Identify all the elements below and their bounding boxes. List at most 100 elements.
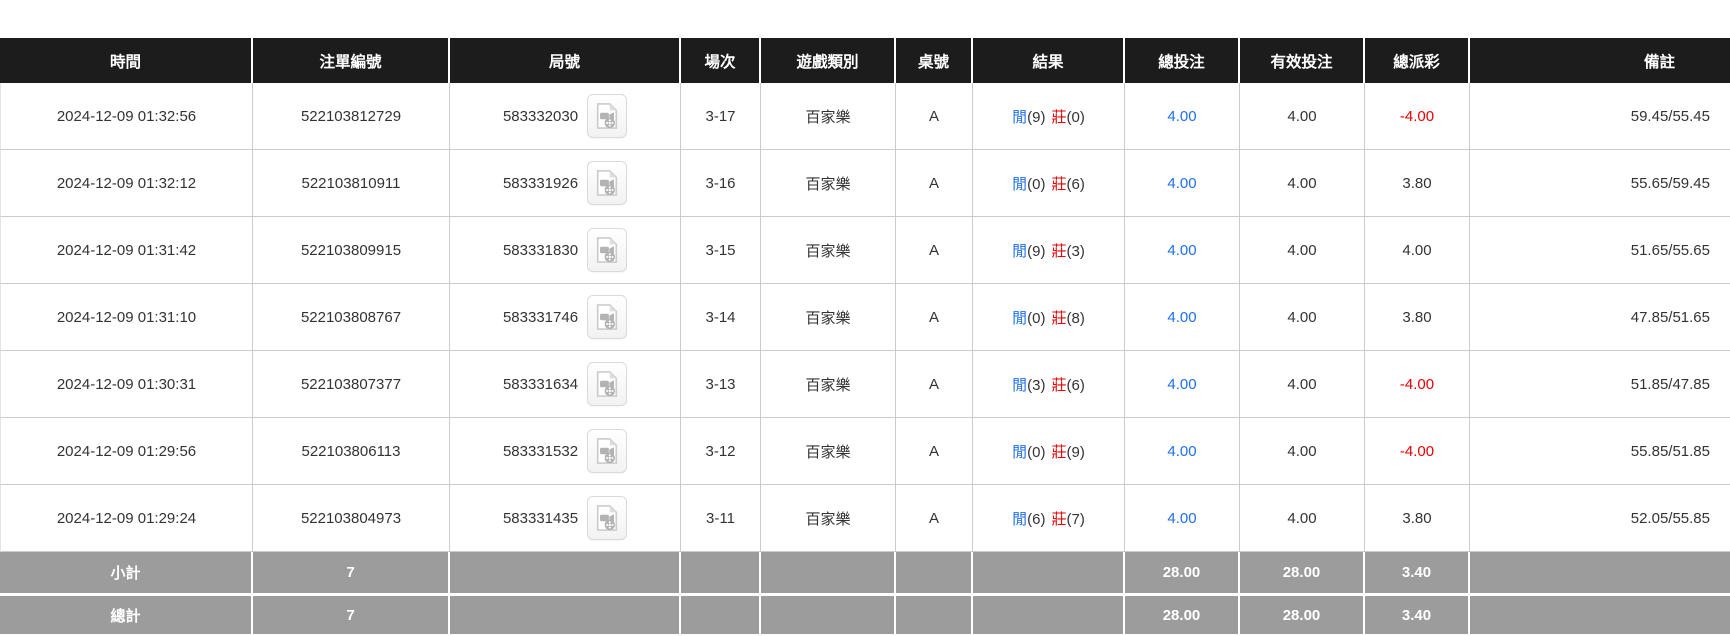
subtotal-empty-cell xyxy=(681,552,761,593)
banker-label: 莊 xyxy=(1051,175,1067,193)
table-body: 2024-12-09 01:32:56 522103812729 5833320… xyxy=(0,83,1730,552)
cell-bet-id: 522103812729 xyxy=(253,83,450,150)
cell-game-type: 百家樂 xyxy=(761,150,896,217)
subtotal-valid-bet: 28.00 xyxy=(1240,552,1365,593)
video-camera-icon xyxy=(596,371,618,397)
cell-time: 2024-12-09 01:31:10 xyxy=(0,284,253,351)
cell-payout: -4.00 xyxy=(1365,351,1470,418)
cell-remark: 51.65/55.65 xyxy=(1470,217,1730,284)
cell-valid-bet: 4.00 xyxy=(1240,485,1365,552)
banker-score: (7) xyxy=(1066,510,1085,528)
grandtotal-empty-cell xyxy=(973,593,1125,634)
video-camera-icon xyxy=(596,304,618,330)
player-label: 閒 xyxy=(1012,510,1028,528)
cell-valid-bet: 4.00 xyxy=(1240,217,1365,284)
cell-session: 3-13 xyxy=(681,351,761,418)
cell-payout: 3.80 xyxy=(1365,284,1470,351)
subtotal-empty-cell xyxy=(450,552,681,593)
banker-label: 莊 xyxy=(1051,242,1067,260)
round-number: 583331435 xyxy=(502,509,579,527)
cell-payout: -4.00 xyxy=(1365,418,1470,485)
cell-game-type: 百家樂 xyxy=(761,217,896,284)
player-score: (3) xyxy=(1027,376,1046,394)
player-label: 閒 xyxy=(1012,108,1028,126)
video-replay-button[interactable] xyxy=(587,94,628,138)
subtotal-empty-cell xyxy=(761,552,896,593)
cell-round-no: 583331746 xyxy=(450,284,681,351)
player-label: 閒 xyxy=(1012,175,1028,193)
player-score: (9) xyxy=(1027,242,1046,260)
table-row: 2024-12-09 01:31:10 522103808767 5833317… xyxy=(0,284,1730,351)
table-row: 2024-12-09 01:32:12 522103810911 5833319… xyxy=(0,150,1730,217)
cell-total-bet: 4.00 xyxy=(1125,217,1240,284)
grandtotal-empty-cell xyxy=(450,593,681,634)
cell-remark: 55.65/59.45 xyxy=(1470,150,1730,217)
round-number: 583331746 xyxy=(502,308,579,326)
cell-table-no: A xyxy=(896,284,973,351)
banker-score: (6) xyxy=(1066,175,1085,193)
player-score: (0) xyxy=(1027,443,1046,461)
subtotal-empty-cell xyxy=(1470,552,1730,593)
video-replay-button[interactable] xyxy=(587,496,628,540)
cell-total-bet: 4.00 xyxy=(1125,83,1240,150)
grandtotal-empty-cell xyxy=(761,593,896,634)
cell-session: 3-12 xyxy=(681,418,761,485)
video-replay-button[interactable] xyxy=(587,362,628,406)
round-number: 583331926 xyxy=(502,174,579,192)
cell-bet-id: 522103809915 xyxy=(253,217,450,284)
video-replay-button[interactable] xyxy=(587,429,628,473)
cell-remark: 59.45/55.45 xyxy=(1470,83,1730,150)
table-row: 2024-12-09 01:29:56 522103806113 5833315… xyxy=(0,418,1730,485)
header-row: 時間 注單編號 局號 場次 遊戲類別 桌號 結果 總投注 有效投注 總派彩 備註 xyxy=(0,38,1730,83)
grandtotal-empty-cell xyxy=(681,593,761,634)
bet-history-table: 時間 注單編號 局號 場次 遊戲類別 桌號 結果 總投注 有效投注 總派彩 備註… xyxy=(0,38,1730,634)
cell-time: 2024-12-09 01:31:42 xyxy=(0,217,253,284)
video-replay-button[interactable] xyxy=(587,228,628,272)
table-row: 2024-12-09 01:32:56 522103812729 5833320… xyxy=(0,83,1730,150)
cell-payout: -4.00 xyxy=(1365,83,1470,150)
header-session: 場次 xyxy=(681,38,761,83)
grandtotal-count: 7 xyxy=(253,593,450,634)
video-camera-icon xyxy=(596,237,618,263)
cell-table-no: A xyxy=(896,485,973,552)
cell-result: 閒(0) 莊(9) xyxy=(973,418,1125,485)
subtotal-empty-cell xyxy=(973,552,1125,593)
video-replay-button[interactable] xyxy=(587,161,628,205)
cell-payout: 4.00 xyxy=(1365,217,1470,284)
cell-valid-bet: 4.00 xyxy=(1240,351,1365,418)
cell-payout: 3.80 xyxy=(1365,485,1470,552)
grandtotal-empty-cell xyxy=(896,593,973,634)
player-score: (6) xyxy=(1027,510,1046,528)
header-bet-id: 注單編號 xyxy=(253,38,450,83)
grandtotal-label: 總計 xyxy=(0,593,253,634)
banker-score: (9) xyxy=(1066,443,1085,461)
video-replay-button[interactable] xyxy=(587,295,628,339)
grandtotal-total-bet: 28.00 xyxy=(1125,593,1240,634)
banker-score: (8) xyxy=(1066,309,1085,327)
cell-remark: 51.85/47.85 xyxy=(1470,351,1730,418)
header-valid-bet: 有效投注 xyxy=(1240,38,1365,83)
video-camera-icon xyxy=(596,170,618,196)
cell-table-no: A xyxy=(896,150,973,217)
cell-total-bet: 4.00 xyxy=(1125,284,1240,351)
cell-valid-bet: 4.00 xyxy=(1240,418,1365,485)
cell-session: 3-17 xyxy=(681,83,761,150)
cell-table-no: A xyxy=(896,217,973,284)
cell-result: 閒(3) 莊(6) xyxy=(973,351,1125,418)
cell-total-bet: 4.00 xyxy=(1125,150,1240,217)
round-number: 583331634 xyxy=(502,375,579,393)
cell-bet-id: 522103808767 xyxy=(253,284,450,351)
cell-game-type: 百家樂 xyxy=(761,485,896,552)
cell-result: 閒(0) 莊(8) xyxy=(973,284,1125,351)
cell-time: 2024-12-09 01:32:56 xyxy=(0,83,253,150)
header-game-type: 遊戲類別 xyxy=(761,38,896,83)
banker-label: 莊 xyxy=(1051,376,1067,394)
subtotal-total-bet: 28.00 xyxy=(1125,552,1240,593)
player-label: 閒 xyxy=(1012,309,1028,327)
cell-time: 2024-12-09 01:30:31 xyxy=(0,351,253,418)
player-score: (0) xyxy=(1027,309,1046,327)
cell-total-bet: 4.00 xyxy=(1125,485,1240,552)
round-number: 583331830 xyxy=(502,241,579,259)
table-row: 2024-12-09 01:31:42 522103809915 5833318… xyxy=(0,217,1730,284)
cell-table-no: A xyxy=(896,351,973,418)
